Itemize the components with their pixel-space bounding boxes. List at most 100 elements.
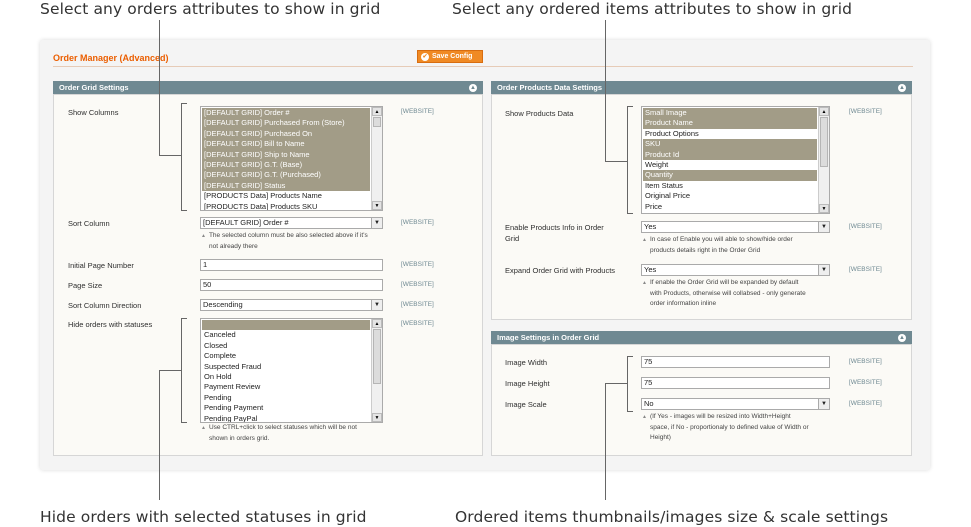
triangle-icon: ▲ (642, 414, 647, 420)
enable-note-line2: products details right in the Order Grid (650, 246, 761, 254)
enable-info-select[interactable]: Yes ▼ (641, 221, 830, 233)
callout-bracket (181, 103, 187, 104)
sort-direction-select[interactable]: Descending ▼ (200, 299, 383, 311)
page-size-label: Page Size (68, 281, 103, 290)
list-option[interactable]: Payment Review (202, 382, 370, 392)
chevron-down-icon: ▼ (818, 399, 829, 409)
callout-bracket (181, 318, 182, 423)
list-option[interactable]: [PRODUCTS Data] Products Name (202, 191, 370, 201)
image-settings-header[interactable]: Image Settings in Order Grid ▲ (491, 331, 912, 344)
list-option[interactable]: [DEFAULT GRID] Status (202, 180, 370, 192)
save-config-label: Save Config (432, 53, 473, 60)
scope-label: [WEBSITE] (401, 261, 434, 268)
callout-line (605, 383, 627, 384)
list-option[interactable]: [DEFAULT GRID] G.T. (Base) (202, 159, 370, 171)
chevron-down-icon: ▼ (818, 222, 829, 232)
list-option[interactable]: Closed (202, 341, 370, 351)
scrollbar[interactable]: ▲ ▼ (371, 319, 382, 422)
callout-line (605, 161, 627, 162)
scroll-thumb[interactable] (820, 117, 828, 167)
annotation-bottom-right: Ordered items thumbnails/images size & s… (455, 508, 889, 526)
callout-bracket (627, 213, 633, 214)
list-option[interactable]: Canceled (202, 330, 370, 340)
scroll-down-icon[interactable]: ▼ (372, 413, 382, 422)
products-settings-header[interactable]: Order Products Data Settings ▲ (491, 81, 912, 94)
collapse-icon[interactable]: ▲ (469, 84, 477, 92)
scope-label: [WEBSITE] (849, 379, 882, 386)
triangle-icon: ▲ (201, 425, 206, 431)
image-scale-label: Image Scale (505, 400, 547, 409)
sort-direction-label: Sort Column Direction (68, 301, 142, 310)
list-option[interactable]: SKU (643, 139, 817, 150)
scroll-thumb[interactable] (373, 329, 381, 384)
list-option[interactable]: [DEFAULT GRID] Purchased On (202, 128, 370, 140)
list-option[interactable]: [PRODUCTS Data] Products SKU (202, 202, 370, 210)
initial-page-input[interactable]: 1 (200, 259, 383, 271)
triangle-icon: ▲ (642, 280, 647, 286)
sort-column-value: [DEFAULT GRID] Order # (203, 218, 289, 227)
products-settings-title: Order Products Data Settings (497, 83, 603, 92)
callout-bracket (627, 356, 633, 357)
list-option[interactable]: Price (643, 202, 817, 212)
scroll-up-icon[interactable]: ▲ (372, 107, 382, 116)
sort-note-line2: not already there (209, 242, 258, 250)
list-option[interactable]: [DEFAULT GRID] Purchased From (Store) (202, 118, 370, 129)
list-option[interactable]: Suspected Fraud (202, 362, 370, 372)
callout-bracket (627, 356, 628, 412)
list-option[interactable]: On Hold (202, 372, 370, 382)
list-option[interactable]: Small Image (643, 108, 817, 119)
annotation-top-right: Select any ordered items attributes to s… (452, 0, 853, 18)
expand-grid-select[interactable]: Yes ▼ (641, 264, 830, 276)
order-grid-settings-header[interactable]: Order Grid Settings ▲ (53, 81, 483, 94)
enable-info-note: ▲ In case of Enable you will able to show… (642, 235, 793, 256)
chevron-down-icon: ▼ (818, 265, 829, 275)
list-option[interactable]: [DEFAULT GRID] Bill to Name (202, 139, 370, 150)
hide-note-line1: Use CTRL+click to select statuses which … (208, 424, 357, 431)
list-option[interactable]: Product Options (643, 129, 817, 139)
image-height-input[interactable]: 75 (641, 377, 830, 389)
collapse-icon[interactable]: ▲ (898, 84, 906, 92)
enable-info-value: Yes (644, 222, 657, 231)
scrollbar[interactable]: ▲ ▼ (371, 107, 382, 210)
list-option[interactable] (202, 320, 370, 331)
scroll-thumb[interactable] (373, 117, 381, 127)
list-option[interactable]: Original Price (643, 191, 817, 201)
sort-column-note: ▲ The selected column must be also select… (201, 231, 368, 252)
list-option[interactable]: [DEFAULT GRID] Ship to Name (202, 149, 370, 160)
list-option[interactable]: Product Name (643, 118, 817, 129)
list-option[interactable]: Weight (643, 160, 817, 170)
annotation-top-left: Select any orders attributes to show in … (40, 0, 381, 18)
enable-info-label-line1: Enable Products Info in Order (505, 223, 604, 232)
page-size-input[interactable]: 50 (200, 279, 383, 291)
image-scale-select[interactable]: No ▼ (641, 398, 830, 410)
hide-statuses-multiselect[interactable]: Canceled Closed Complete Suspected Fraud On … (200, 318, 383, 423)
list-option[interactable]: Item Status (643, 181, 817, 191)
scroll-up-icon[interactable]: ▲ (372, 319, 382, 328)
list-option[interactable]: [DEFAULT GRID] Order # (202, 108, 370, 119)
show-columns-label: Show Columns (68, 108, 119, 117)
scroll-down-icon[interactable]: ▼ (819, 204, 829, 213)
hide-note-line2: shown in orders grid. (209, 434, 270, 442)
scroll-up-icon[interactable]: ▲ (819, 107, 829, 116)
show-columns-multiselect[interactable]: [DEFAULT GRID] Order # [DEFAULT GRID] Pur… (200, 106, 383, 211)
image-width-input[interactable]: 75 (641, 356, 830, 368)
order-grid-settings-title: Order Grid Settings (59, 83, 129, 92)
collapse-icon[interactable]: ▲ (898, 334, 906, 342)
list-option[interactable]: Product Id (643, 149, 817, 160)
list-option[interactable]: Pending Payment (202, 403, 370, 413)
show-products-multiselect[interactable]: Small Image Product Name Product Options SK… (641, 106, 830, 214)
triangle-icon: ▲ (201, 233, 206, 239)
scroll-down-icon[interactable]: ▼ (372, 201, 382, 210)
callout-bracket (627, 411, 633, 412)
scrollbar[interactable]: ▲ ▼ (818, 107, 829, 213)
save-config-button[interactable]: ✔ Save Config (417, 50, 483, 63)
list-option[interactable]: Quantity (643, 170, 817, 181)
scope-label: [WEBSITE] (401, 320, 434, 327)
list-option[interactable]: Pending (202, 393, 370, 403)
hide-statuses-note: ▲ Use CTRL+click to select statuses which… (201, 423, 357, 444)
list-option[interactable]: Complete (202, 351, 370, 361)
expand-grid-label: Expand Order Grid with Products (505, 266, 616, 275)
list-option[interactable]: Pending PayPal (202, 414, 370, 422)
list-option[interactable]: [DEFAULT GRID] G.T. (Purchased) (202, 170, 370, 181)
sort-column-select[interactable]: [DEFAULT GRID] Order # ▼ (200, 217, 383, 229)
